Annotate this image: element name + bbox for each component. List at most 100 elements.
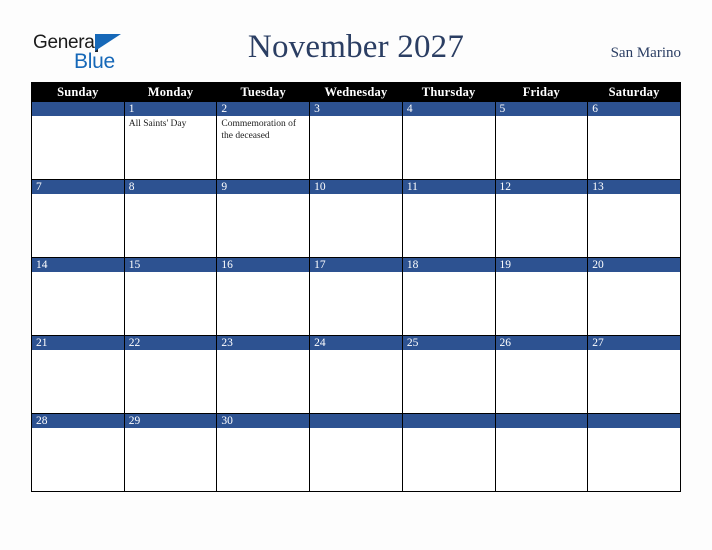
- day-number: 8: [124, 180, 217, 194]
- calendar-empty-cell[interactable]: [587, 413, 681, 492]
- day-events: [125, 272, 217, 275]
- calendar-empty-cell[interactable]: [309, 413, 403, 492]
- day-number: 18: [402, 258, 495, 272]
- day-events: [496, 116, 588, 119]
- calendar-day-cell[interactable]: 24: [309, 335, 403, 414]
- location-label: San Marino: [610, 45, 681, 61]
- calendar-day-cell[interactable]: 6: [587, 101, 681, 180]
- calendar-week-row: 14 15 16 17 18 19 20: [31, 257, 681, 336]
- holiday-label: All Saints' Day: [128, 119, 187, 129]
- day-number: 30: [217, 414, 310, 428]
- calendar-day-cell[interactable]: 7: [31, 179, 125, 258]
- day-number: 9: [217, 180, 310, 194]
- day-number: 16: [217, 258, 310, 272]
- day-number: 23: [217, 336, 310, 350]
- calendar-day-cell[interactable]: 26: [494, 335, 589, 414]
- calendar-day-cell[interactable]: 12: [494, 179, 589, 258]
- calendar-day-cell[interactable]: 9: [216, 179, 311, 258]
- calendar-day-cell[interactable]: 18: [401, 257, 496, 336]
- weekday-header-monday: Monday: [123, 82, 218, 102]
- day-number: 24: [310, 336, 402, 350]
- weekday-header-row: Sunday Monday Tuesday Wednesday Thursday…: [31, 82, 681, 102]
- calendar-week-row: 1 All Saints' Day 2 Commemoration of the de…: [31, 101, 681, 180]
- calendar-day-cell[interactable]: 30: [216, 413, 311, 492]
- calendar-day-cell[interactable]: 14: [31, 257, 125, 336]
- day-number: [32, 102, 124, 116]
- calendar-day-cell[interactable]: 27: [587, 335, 681, 414]
- calendar-day-cell[interactable]: 17: [309, 257, 403, 336]
- day-number: [310, 414, 402, 428]
- day-number: 19: [495, 258, 588, 272]
- day-number: 20: [588, 258, 680, 272]
- day-events: [32, 272, 124, 275]
- calendar-empty-cell[interactable]: [401, 413, 496, 492]
- day-number: 10: [310, 180, 402, 194]
- day-number: 29: [124, 414, 217, 428]
- calendar-day-cell[interactable]: 20: [587, 257, 681, 336]
- weekday-header-thursday: Thursday: [401, 82, 496, 102]
- calendar-day-cell[interactable]: 5: [494, 101, 589, 180]
- calendar-day-cell[interactable]: 23: [216, 335, 311, 414]
- calendar-day-cell[interactable]: 3: [309, 101, 403, 180]
- calendar-week-row: 21 22 23 24 25 26 27: [31, 335, 681, 414]
- calendar-day-cell[interactable]: 25: [401, 335, 496, 414]
- calendar-empty-cell[interactable]: [31, 101, 125, 180]
- page-title: November 2027: [247, 29, 465, 65]
- day-number: 17: [310, 258, 402, 272]
- calendar-day-cell[interactable]: 13: [587, 179, 681, 258]
- calendar-day-cell[interactable]: 15: [123, 257, 218, 336]
- day-number: 4: [402, 102, 495, 116]
- day-events: [403, 350, 495, 353]
- day-events: [403, 194, 495, 197]
- day-events: [588, 116, 680, 119]
- calendar-day-cell[interactable]: 21: [31, 335, 125, 414]
- weekday-header-tuesday: Tuesday: [216, 82, 311, 102]
- calendar-day-cell[interactable]: 1 All Saints' Day: [123, 101, 218, 180]
- day-events: All Saints' Day: [125, 116, 217, 131]
- day-events: [32, 194, 124, 197]
- day-number: 13: [588, 180, 680, 194]
- calendar-day-cell[interactable]: 4: [401, 101, 496, 180]
- day-number: 28: [32, 414, 124, 428]
- calendar-empty-cell[interactable]: [494, 413, 589, 492]
- calendar-day-cell[interactable]: 10: [309, 179, 403, 258]
- calendar-grid: Sunday Monday Tuesday Wednesday Thursday…: [31, 82, 681, 492]
- day-events: [496, 272, 588, 275]
- day-events: [310, 116, 402, 119]
- weekday-header-friday: Friday: [494, 82, 589, 102]
- day-events: [217, 350, 309, 353]
- weekday-header-sunday: Sunday: [31, 82, 125, 102]
- day-number: 11: [402, 180, 495, 194]
- day-number: 12: [495, 180, 588, 194]
- day-events: [588, 428, 680, 431]
- calendar-day-cell[interactable]: 22: [123, 335, 218, 414]
- day-number: 5: [495, 102, 588, 116]
- calendar-body: 1 All Saints' Day 2 Commemoration of the de…: [31, 101, 681, 492]
- day-events: [217, 428, 309, 431]
- calendar-day-cell[interactable]: 19: [494, 257, 589, 336]
- day-number: 14: [32, 258, 124, 272]
- day-events: [496, 428, 588, 431]
- day-events: [310, 428, 402, 431]
- calendar-day-cell[interactable]: 29: [123, 413, 218, 492]
- day-events: [125, 194, 217, 197]
- day-number: 22: [124, 336, 217, 350]
- day-events: [403, 272, 495, 275]
- day-events: [125, 350, 217, 353]
- day-number: 2: [217, 102, 310, 116]
- calendar-day-cell[interactable]: 28: [31, 413, 125, 492]
- day-number: 27: [588, 336, 680, 350]
- calendar-day-cell[interactable]: 16: [216, 257, 311, 336]
- day-number: 1: [124, 102, 217, 116]
- holiday-label: Commemoration of the deceased: [221, 119, 297, 141]
- calendar-day-cell[interactable]: 8: [123, 179, 218, 258]
- day-events: Commemoration of the deceased: [217, 116, 309, 142]
- day-number: 15: [124, 258, 217, 272]
- day-events: [217, 194, 309, 197]
- day-number: 6: [588, 102, 680, 116]
- day-events: [310, 350, 402, 353]
- day-number: 25: [402, 336, 495, 350]
- calendar-day-cell[interactable]: 2 Commemoration of the deceased: [216, 101, 311, 180]
- day-number: [495, 414, 588, 428]
- calendar-day-cell[interactable]: 11: [401, 179, 496, 258]
